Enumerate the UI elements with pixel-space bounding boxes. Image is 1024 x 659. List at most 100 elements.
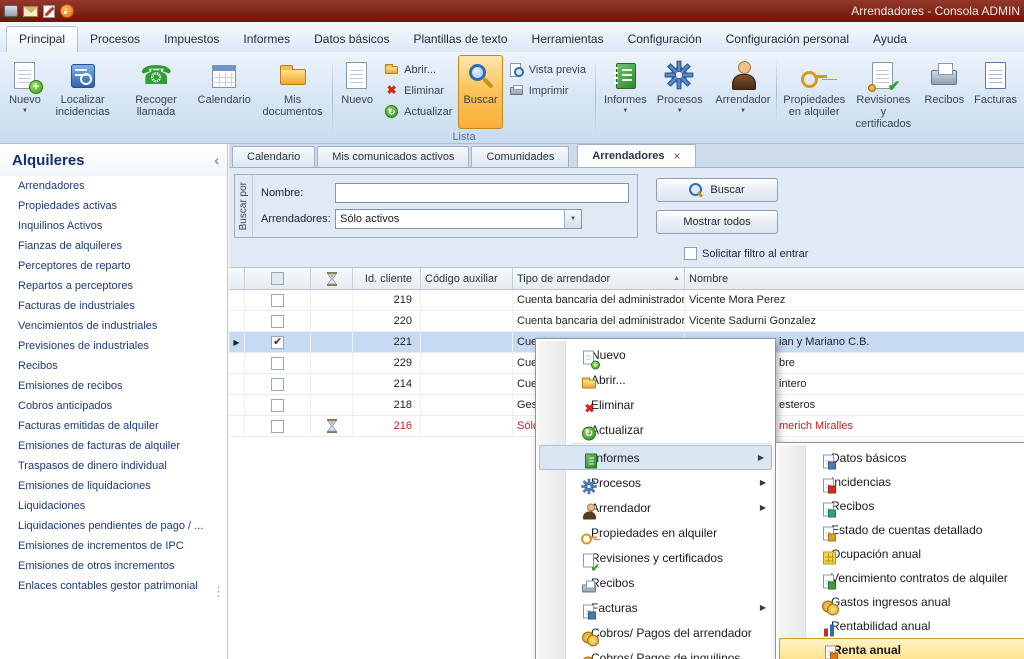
row-checkbox[interactable] xyxy=(271,420,284,433)
sidebar-item-emisiones-recibos[interactable]: Emisiones de recibos xyxy=(0,376,227,396)
nuevo-panel-button[interactable]: + Nuevo ▼ xyxy=(4,55,46,129)
tab-principal[interactable]: Principal xyxy=(6,26,78,52)
sidebar-item-previsiones-industriales[interactable]: Previsiones de industriales xyxy=(0,336,227,356)
sidebar-item-facturas-emitidas[interactable]: Facturas emitidas de alquiler xyxy=(0,416,227,436)
arrendadores-select[interactable]: Sólo activos ▼ xyxy=(335,209,582,229)
ctx-propiedades[interactable]: Propiedades en alquiler xyxy=(538,520,773,545)
row-checkbox[interactable] xyxy=(271,315,284,328)
ctx-cobros-inquilinos[interactable]: Cobros/ Pagos de inquilinos xyxy=(538,645,773,659)
doctab-comunicados[interactable]: Mis comunicados activos xyxy=(317,146,469,167)
feed-icon[interactable] xyxy=(60,4,74,18)
mostrar-todos-button[interactable]: Mostrar todos xyxy=(656,210,778,234)
ctx-recibos[interactable]: Recibos xyxy=(538,570,773,595)
tab-configuracion-personal[interactable]: Configuración personal xyxy=(714,27,861,52)
buscar-panel-button[interactable]: Buscar xyxy=(656,178,778,202)
solicitar-filtro-checkbox[interactable] xyxy=(684,247,697,260)
close-tab-icon[interactable]: × xyxy=(674,145,681,167)
sidebar-item-perceptores[interactable]: Perceptores de reparto xyxy=(0,256,227,276)
ctx-procesos[interactable]: Procesos ▶ xyxy=(538,470,773,495)
tab-herramientas[interactable]: Herramientas xyxy=(520,27,616,52)
sidebar-item-otros-incrementos[interactable]: Emisiones de otros incrementos xyxy=(0,556,227,576)
sidebar-item-repartos[interactable]: Repartos a perceptores xyxy=(0,276,227,296)
mis-documentos-button[interactable]: Mis documentos xyxy=(256,55,329,129)
buscar-button[interactable]: Buscar xyxy=(458,55,502,129)
sidebar-item-propiedades-activas[interactable]: Propiedades activas xyxy=(0,196,227,216)
ctx-nuevo[interactable]: + Nuevo xyxy=(538,342,773,367)
sidebar-item-emisiones-liquidaciones[interactable]: Emisiones de liquidaciones xyxy=(0,476,227,496)
actualizar-button[interactable]: ↻ Actualizar xyxy=(380,103,456,120)
sidebar-item-facturas-industriales[interactable]: Facturas de industriales xyxy=(0,296,227,316)
table-row[interactable]: 219 Cuenta bancaria del administrador Vi… xyxy=(229,290,1024,311)
combo-dropdown-button[interactable]: ▼ xyxy=(564,210,581,228)
header-id-cliente[interactable]: Id. cliente xyxy=(353,268,421,289)
propiedades-en-alquiler-button[interactable]: Propiedades en alquiler xyxy=(778,55,850,129)
mail-icon[interactable] xyxy=(23,6,38,17)
doctab-arrendadores-active[interactable]: Arrendadores × xyxy=(577,144,695,167)
row-checkbox[interactable] xyxy=(271,378,284,391)
submenu-incidencias[interactable]: Incidencias xyxy=(778,470,1024,494)
header-nombre[interactable]: Nombre xyxy=(685,268,1024,289)
header-codigo-auxiliar[interactable]: Código auxiliar xyxy=(421,268,513,289)
submenu-datos-basicos[interactable]: Datos básicos xyxy=(778,446,1024,470)
revisiones-certificados-button[interactable]: ✔ Revisiones y certificados xyxy=(850,55,917,129)
header-tipo-arrendador[interactable]: Tipo de arrendador ▲ xyxy=(513,268,685,289)
tab-impuestos[interactable]: Impuestos xyxy=(152,27,231,52)
localizar-incidencias-button[interactable]: Localizar incidencias xyxy=(46,55,119,129)
informes-button[interactable]: Informes ▼ xyxy=(599,55,652,129)
submenu-rentabilidad[interactable]: Rentabilidad anual xyxy=(778,614,1024,638)
ctx-abrir[interactable]: Abrir... xyxy=(538,367,773,392)
submenu-ocupacion-anual[interactable]: Ocupación anual xyxy=(778,542,1024,566)
header-status[interactable] xyxy=(311,268,353,289)
ctx-eliminar[interactable]: ✖ Eliminar xyxy=(538,392,773,417)
sidebar-item-emisiones-facturas[interactable]: Emisiones de facturas de alquiler xyxy=(0,436,227,456)
submenu-estado-cuentas[interactable]: Estado de cuentas detallado xyxy=(778,518,1024,542)
row-checkbox[interactable] xyxy=(271,399,284,412)
table-row[interactable]: 220 Cuenta bancaria del administrador Vi… xyxy=(229,311,1024,332)
nombre-input[interactable] xyxy=(335,183,629,203)
ctx-facturas[interactable]: Facturas ▶ xyxy=(538,595,773,620)
vista-previa-button[interactable]: Vista previa xyxy=(505,61,590,78)
row-checkbox[interactable] xyxy=(271,357,284,370)
submenu-recibos[interactable]: Recibos xyxy=(778,494,1024,518)
select-all-checkbox[interactable] xyxy=(271,272,284,285)
edit-note-icon[interactable] xyxy=(43,5,55,18)
doctab-comunidades[interactable]: Comunidades xyxy=(471,146,569,167)
abrir-button[interactable]: Abrir... xyxy=(380,61,456,78)
imprimir-button[interactable]: Imprimir xyxy=(505,82,590,99)
tab-configuracion[interactable]: Configuración xyxy=(616,27,714,52)
procesos-button[interactable]: Procesos ▼ xyxy=(652,55,708,129)
recoger-llamada-button[interactable]: ☎ Recoger llamada xyxy=(119,55,192,129)
submenu-renta-anual[interactable]: Renta anual xyxy=(779,638,1024,659)
sidebar-item-traspasos[interactable]: Traspasos de dinero individual xyxy=(0,456,227,476)
tab-informes[interactable]: Informes xyxy=(231,27,302,52)
row-checkbox-checked[interactable]: ✔ xyxy=(271,336,284,349)
splitter-grip[interactable]: ⋮ xyxy=(212,588,225,595)
sidebar-item-vencimientos-industriales[interactable]: Vencimientos de industriales xyxy=(0,316,227,336)
ctx-revisiones[interactable]: ✔ Revisiones y certificados xyxy=(538,545,773,570)
eliminar-button[interactable]: ✖ Eliminar xyxy=(380,82,456,99)
tab-ayuda[interactable]: Ayuda xyxy=(861,27,919,52)
sidebar-item-inquilinos-activos[interactable]: Inquilinos Activos xyxy=(0,216,227,236)
ctx-informes[interactable]: Informes ▶ xyxy=(539,445,772,470)
submenu-gastos-ingresos[interactable]: Gastos ingresos anual xyxy=(778,590,1024,614)
nuevo-lista-button[interactable]: Nuevo xyxy=(336,55,378,129)
tab-plantillas[interactable]: Plantillas de texto xyxy=(401,27,519,52)
tab-datos-basicos[interactable]: Datos básicos xyxy=(302,27,401,52)
sidebar-item-arrendadores[interactable]: Arrendadores xyxy=(0,176,227,196)
tab-procesos[interactable]: Procesos xyxy=(78,27,152,52)
collapse-sidebar-icon[interactable]: ‹ xyxy=(214,152,219,168)
sidebar-item-recibos[interactable]: Recibos xyxy=(0,356,227,376)
submenu-vencimiento-contratos[interactable]: Vencimiento contratos de alquiler xyxy=(778,566,1024,590)
sidebar-item-cobros-anticipados[interactable]: Cobros anticipados xyxy=(0,396,227,416)
row-checkbox[interactable] xyxy=(271,294,284,307)
sidebar-item-liquidaciones[interactable]: Liquidaciones xyxy=(0,496,227,516)
header-select-all[interactable] xyxy=(245,268,311,289)
ctx-actualizar[interactable]: ↻ Actualizar xyxy=(538,417,773,442)
arrendador-button[interactable]: Arrendador ▼ xyxy=(710,55,775,129)
ctx-cobros-arrendador[interactable]: Cobros/ Pagos del arrendador xyxy=(538,620,773,645)
recibos-button[interactable]: Recibos xyxy=(919,55,969,129)
sidebar-item-enlaces-contables[interactable]: Enlaces contables gestor patrimonial xyxy=(0,576,227,596)
sidebar-item-liquidaciones-pendientes[interactable]: Liquidaciones pendientes de pago / ... xyxy=(0,516,227,536)
sidebar-item-incrementos-ipc[interactable]: Emisiones de incrementos de IPC xyxy=(0,536,227,556)
facturas-button[interactable]: Facturas xyxy=(969,55,1022,129)
